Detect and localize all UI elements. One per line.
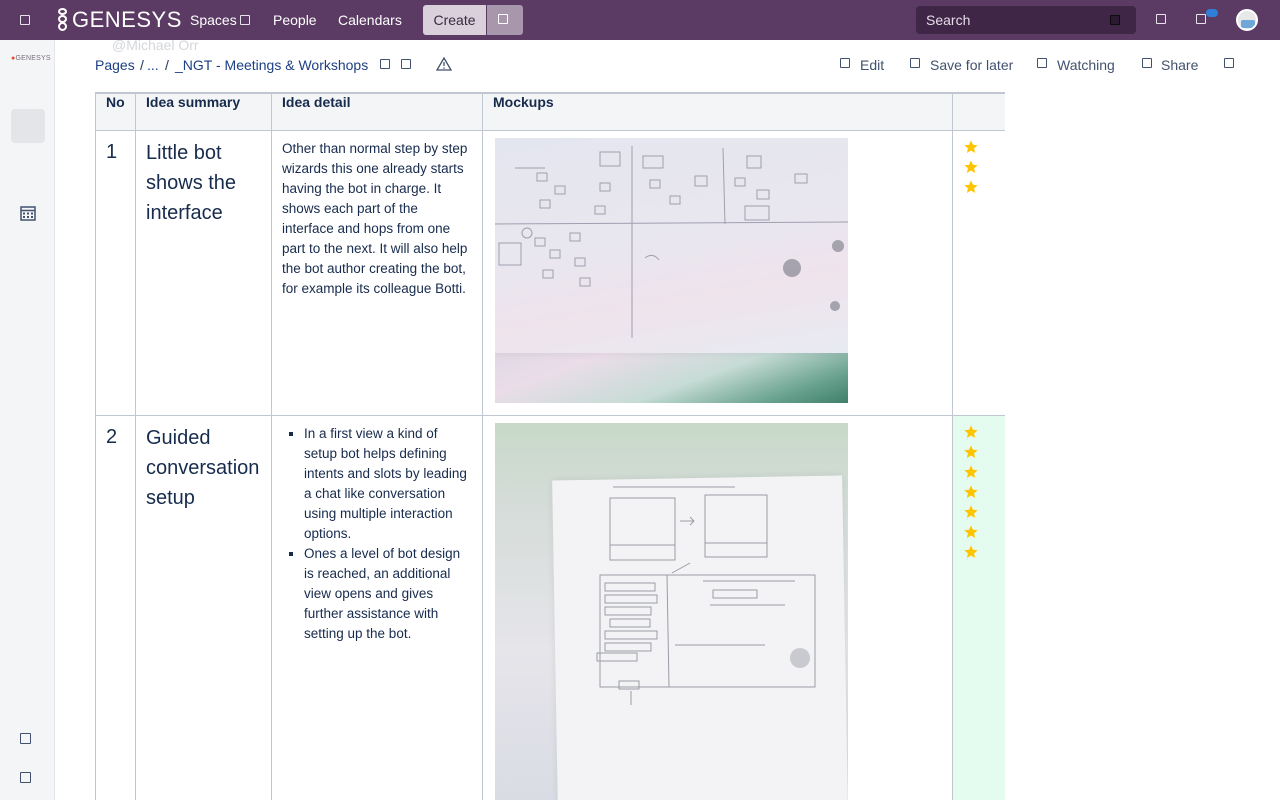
star-icon bbox=[963, 464, 979, 480]
star-icon bbox=[963, 179, 979, 195]
left-sidebar: ●GENESYS bbox=[0, 40, 55, 800]
search-input[interactable]: Search bbox=[916, 6, 1136, 34]
star-icon bbox=[963, 159, 979, 175]
calendar-icon[interactable] bbox=[20, 205, 36, 221]
rating-cell bbox=[952, 129, 1005, 416]
page-header: @Michael Orr Pages / ... / _NGT - Meetin… bbox=[55, 37, 1280, 91]
idea-summary: Guided conversation setup bbox=[135, 414, 272, 800]
collapse-sidebar-icon[interactable] bbox=[20, 772, 31, 783]
chevron-down-icon[interactable] bbox=[240, 15, 250, 25]
notifications-icon[interactable] bbox=[1196, 14, 1206, 24]
create-more-button[interactable] bbox=[487, 5, 523, 35]
rating-cell bbox=[952, 414, 1005, 800]
ghost-mention: @Michael Orr bbox=[112, 37, 199, 53]
ideas-table-container: No Idea summary Idea detail Mockups 1 Li… bbox=[95, 92, 1005, 800]
header-rating bbox=[952, 92, 1005, 131]
idea-detail: Other than normal step by step wizards t… bbox=[271, 129, 483, 416]
sidebar-logo-text: GENESYS bbox=[15, 55, 51, 62]
sketch-drawing bbox=[495, 145, 848, 338]
bookmark-icon bbox=[910, 58, 920, 68]
search-placeholder: Search bbox=[926, 12, 971, 28]
nav-spaces-label: Spaces bbox=[190, 12, 237, 28]
star-icon bbox=[963, 444, 979, 460]
mockup-cell bbox=[482, 129, 953, 416]
brand-name: GENESYS bbox=[72, 7, 182, 32]
breadcrumb-separator: / bbox=[165, 57, 169, 73]
idea-detail: In a first view a kind of setup bot help… bbox=[271, 414, 483, 800]
star-icon bbox=[963, 524, 979, 540]
breadcrumb-separator: / bbox=[140, 57, 144, 73]
edit-button[interactable]: Edit bbox=[860, 57, 884, 73]
help-icon[interactable] bbox=[1156, 14, 1166, 24]
row-number: 1 bbox=[95, 129, 136, 416]
top-navigation-bar: GENESYS Spaces People Calendars Create S… bbox=[0, 0, 1280, 40]
header-mockups: Mockups bbox=[482, 92, 953, 131]
share-icon bbox=[1142, 58, 1152, 68]
mockup-cell bbox=[482, 414, 953, 800]
genesys-logo[interactable]: GENESYS bbox=[56, 6, 182, 34]
avatar[interactable] bbox=[1236, 9, 1258, 31]
table-row: 1 Little bot shows the interface Other t… bbox=[95, 129, 1005, 416]
restrictions-icon[interactable] bbox=[380, 59, 390, 69]
star-icon bbox=[963, 139, 979, 155]
breadcrumb-current-page[interactable]: _NGT - Meetings & Workshops bbox=[175, 57, 368, 73]
nav-people[interactable]: People bbox=[273, 12, 317, 28]
edit-icon bbox=[840, 58, 850, 68]
header-idea-summary: Idea summary bbox=[135, 92, 272, 131]
star-icon bbox=[963, 484, 979, 500]
mockup-photo[interactable] bbox=[495, 422, 848, 800]
row-number: 2 bbox=[95, 414, 136, 800]
more-actions-icon[interactable] bbox=[1224, 58, 1234, 68]
save-for-later-button[interactable]: Save for later bbox=[930, 57, 1013, 73]
nav-spaces[interactable]: Spaces bbox=[190, 12, 237, 28]
sketch-drawing bbox=[596, 486, 816, 705]
genesys-logo-icon bbox=[56, 7, 70, 33]
page-info-icon[interactable] bbox=[401, 59, 411, 69]
add-icon bbox=[498, 14, 508, 24]
table-row: 2 Guided conversation setup In a first v… bbox=[95, 414, 1005, 800]
ideas-table: No Idea summary Idea detail Mockups 1 Li… bbox=[95, 92, 1005, 800]
list-item: Ones a level of bot design is reached, a… bbox=[304, 544, 472, 644]
create-button[interactable]: Create bbox=[423, 5, 486, 35]
breadcrumb-ellipsis[interactable]: ... bbox=[147, 57, 159, 73]
list-item: In a first view a kind of setup bot help… bbox=[304, 424, 472, 544]
star-icon bbox=[963, 544, 979, 560]
header-idea-detail: Idea detail bbox=[271, 92, 483, 131]
rating-stars bbox=[963, 424, 995, 560]
search-icon[interactable] bbox=[1110, 15, 1120, 25]
watch-icon bbox=[1037, 58, 1047, 68]
mockup-photo[interactable] bbox=[495, 137, 848, 403]
space-avatar[interactable] bbox=[11, 109, 45, 143]
breadcrumb-pages[interactable]: Pages bbox=[95, 57, 135, 73]
app-switcher-icon[interactable] bbox=[20, 15, 30, 25]
star-icon bbox=[963, 504, 979, 520]
nav-calendars[interactable]: Calendars bbox=[338, 12, 402, 28]
sidebar-logo[interactable]: ●GENESYS bbox=[11, 55, 51, 62]
header-no: No bbox=[95, 92, 136, 131]
idea-detail-list: In a first view a kind of setup bot help… bbox=[282, 424, 472, 644]
idea-summary: Little bot shows the interface bbox=[135, 129, 272, 416]
watching-button[interactable]: Watching bbox=[1057, 57, 1115, 73]
warning-icon[interactable] bbox=[435, 56, 453, 76]
notification-badge bbox=[1206, 9, 1218, 17]
star-icon bbox=[963, 424, 979, 440]
table-header-row: No Idea summary Idea detail Mockups bbox=[95, 92, 1005, 131]
rating-stars bbox=[963, 139, 995, 195]
settings-icon[interactable] bbox=[20, 733, 31, 744]
share-button[interactable]: Share bbox=[1161, 57, 1198, 73]
